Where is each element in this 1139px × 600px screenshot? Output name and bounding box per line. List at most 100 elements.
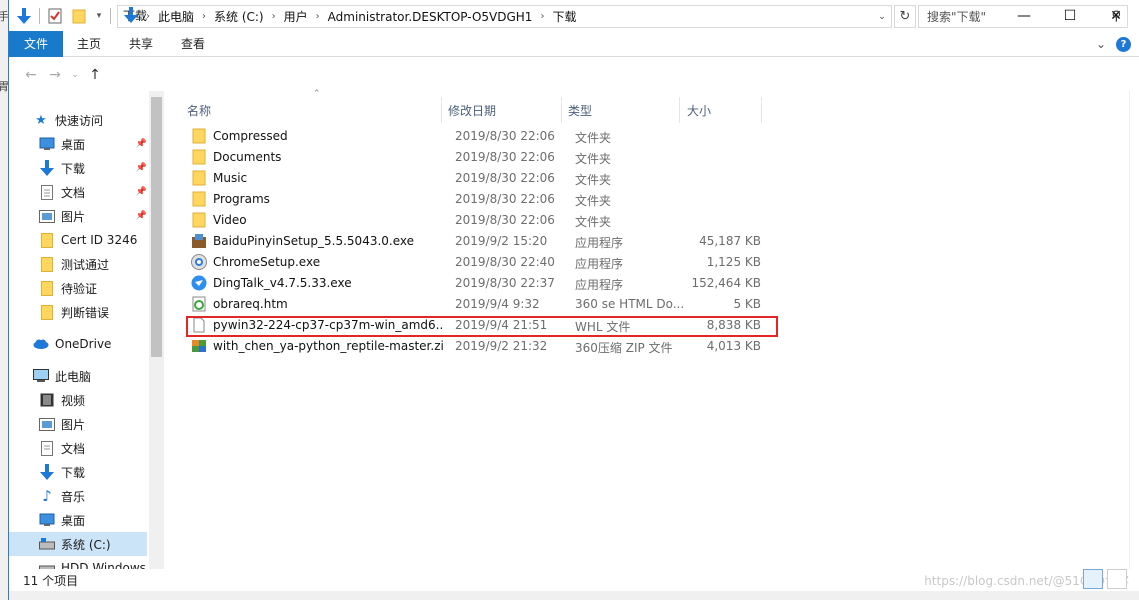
- column-header-date[interactable]: 修改日期: [448, 97, 496, 123]
- breadcrumb-separator[interactable]: ›: [268, 11, 280, 22]
- expand-ribbon-chevron-icon[interactable]: ⌄: [1096, 37, 1106, 51]
- tab-view[interactable]: 查看: [167, 31, 219, 57]
- nav-onedrive[interactable]: OneDrive: [33, 332, 149, 356]
- nav-item-documents[interactable]: 文档 📌: [39, 180, 149, 204]
- nav-item-label: 音乐: [61, 489, 86, 504]
- nav-quick-access-label: 快速访问: [55, 113, 104, 128]
- pin-icon[interactable]: 📌: [136, 211, 147, 221]
- nav-item-desktop[interactable]: 桌面 📌: [39, 132, 149, 156]
- tab-home[interactable]: 主页: [63, 31, 115, 57]
- breadcrumb-this-pc[interactable]: 此电脑: [154, 8, 198, 25]
- file-date: 2019/9/4 9:32: [455, 297, 540, 311]
- refresh-icon[interactable]: ↻: [894, 5, 916, 28]
- desktop-icon: [39, 136, 55, 152]
- help-icon[interactable]: ?: [1116, 36, 1131, 52]
- explorer-window: ▾ 下载 — ☐ ✕ 文件 主页 共享 查看 ⌄ ? ← → ⌄ ↑ › 此电脑…: [8, 0, 1139, 600]
- customize-toolbar-chevron-icon[interactable]: ▾: [94, 7, 104, 25]
- nav-item-pending[interactable]: 待验证: [39, 276, 149, 300]
- file-row[interactable]: BaiduPinyinSetup_5.5.5043.0.exe 2019/9/2…: [187, 231, 769, 252]
- breadcrumb-system-c[interactable]: 系统 (C:): [210, 8, 268, 25]
- background-window-edge: 手 胃: [0, 0, 9, 600]
- download-arrow-icon: [39, 160, 55, 176]
- column-header-type[interactable]: 类型: [568, 97, 592, 123]
- breadcrumb-separator[interactable]: ›: [142, 11, 154, 22]
- nav-item-label: 此电脑: [55, 369, 92, 384]
- breadcrumb-users[interactable]: 用户: [280, 8, 312, 25]
- nav-item-test-passed[interactable]: 测试通过: [39, 252, 149, 276]
- nav-item-hdd[interactable]: HDD Windows: [39, 556, 149, 569]
- file-row[interactable]: Video 2019/8/30 22:06 文件夹: [187, 210, 769, 231]
- music-note-icon: ♪: [42, 487, 52, 505]
- folder-icon: [191, 170, 207, 186]
- column-header-name[interactable]: 名称: [187, 97, 211, 123]
- file-row[interactable]: Programs 2019/8/30 22:06 文件夹: [187, 189, 769, 210]
- nav-item-pictures[interactable]: 图片 📌: [39, 204, 149, 228]
- navigation-pane: ★ 快速访问 桌面 📌 下载 📌 文档 📌 图片 📌 Cert ID 3246: [9, 91, 164, 569]
- recent-locations-chevron-icon[interactable]: ⌄: [67, 70, 83, 80]
- search-input[interactable]: 搜索"下载" ⚲: [918, 5, 1128, 28]
- nav-item-pc-downloads[interactable]: 下载: [39, 460, 149, 484]
- address-bar[interactable]: › 此电脑 › 系统 (C:) › 用户 › Administrator.DES…: [117, 5, 892, 28]
- file-type: 360压缩 ZIP 文件: [575, 341, 673, 355]
- file-row[interactable]: DingTalk_v4.7.5.33.exe 2019/8/30 22:37 应…: [187, 273, 769, 294]
- file-row[interactable]: with_chen_ya-python_reptile-master.zip 2…: [187, 336, 769, 357]
- nav-scrollbar-thumb[interactable]: [151, 97, 162, 357]
- column-divider[interactable]: [761, 97, 762, 123]
- column-divider[interactable]: [679, 97, 680, 123]
- file-row[interactable]: Music 2019/8/30 22:06 文件夹: [187, 168, 769, 189]
- file-date: 2019/8/30 22:06: [455, 192, 555, 206]
- nav-item-pc-desktop[interactable]: 桌面: [39, 508, 149, 532]
- nav-item-downloads[interactable]: 下载 📌: [39, 156, 149, 180]
- file-row[interactable]: ChromeSetup.exe 2019/8/30 22:40 应用程序 1,1…: [187, 252, 769, 273]
- nav-item-system-c[interactable]: 系统 (C:): [9, 532, 147, 556]
- breadcrumb-separator[interactable]: ›: [536, 11, 548, 22]
- new-folder-icon[interactable]: [70, 7, 88, 25]
- file-row[interactable]: Compressed 2019/8/30 22:06 文件夹: [187, 126, 769, 147]
- nav-item-cert-id[interactable]: Cert ID 3246: [39, 228, 149, 252]
- download-arrow-icon[interactable]: [15, 7, 33, 25]
- file-type: 应用程序: [575, 278, 624, 292]
- file-name: DingTalk_v4.7.5.33.exe: [213, 276, 352, 290]
- file-type: 文件夹: [575, 131, 612, 145]
- column-header-size[interactable]: 大小: [687, 97, 711, 123]
- forward-arrow-icon[interactable]: →: [43, 67, 67, 83]
- file-name: Compressed: [213, 129, 288, 143]
- nav-quick-access[interactable]: ★ 快速访问: [33, 108, 164, 132]
- pin-icon[interactable]: 📌: [136, 163, 147, 173]
- nav-this-pc[interactable]: 此电脑: [33, 364, 149, 388]
- toolbar-separator: [39, 7, 40, 24]
- nav-item-videos[interactable]: 视频: [39, 388, 149, 412]
- file-date: 2019/8/30 22:40: [455, 255, 555, 269]
- pin-icon[interactable]: 📌: [136, 139, 147, 149]
- breadcrumb-downloads[interactable]: 下载: [548, 8, 580, 25]
- file-name: with_chen_ya-python_reptile-master.zip: [213, 339, 443, 353]
- file-row[interactable]: obrareq.htm 2019/9/4 9:32 360 se HTML Do…: [187, 294, 769, 315]
- document-icon: [39, 184, 55, 200]
- nav-item-label: 下载: [61, 161, 86, 176]
- up-arrow-icon[interactable]: ↑: [83, 67, 107, 83]
- tab-share[interactable]: 共享: [115, 31, 167, 57]
- large-icons-view-button[interactable]: [1107, 569, 1127, 589]
- address-history-chevron-icon[interactable]: ⌄: [873, 6, 891, 27]
- nav-item-pc-pictures[interactable]: 图片: [39, 412, 149, 436]
- tab-file[interactable]: 文件: [9, 30, 64, 57]
- nav-item-pc-documents[interactable]: 文档: [39, 436, 149, 460]
- nav-item-judge-error[interactable]: 判断错误: [39, 300, 149, 324]
- column-divider[interactable]: [441, 97, 442, 123]
- nav-item-music[interactable]: ♪ 音乐: [39, 484, 149, 508]
- properties-icon[interactable]: [46, 7, 64, 25]
- highlight-box: [186, 316, 778, 337]
- column-divider[interactable]: [561, 97, 562, 123]
- file-row[interactable]: Documents 2019/8/30 22:06 文件夹: [187, 147, 769, 168]
- folder-icon: [191, 212, 207, 228]
- details-view-button[interactable]: [1083, 569, 1103, 589]
- back-arrow-icon[interactable]: ←: [19, 67, 43, 83]
- breadcrumb-separator[interactable]: ›: [198, 11, 210, 22]
- file-name: Video: [213, 213, 247, 227]
- breadcrumb-administrator[interactable]: Administrator.DESKTOP-O5VDGH1: [324, 10, 537, 24]
- breadcrumb-separator[interactable]: ›: [312, 11, 324, 22]
- nav-scrollbar[interactable]: [149, 91, 164, 569]
- pin-icon[interactable]: 📌: [136, 187, 147, 197]
- folder-icon: [191, 191, 207, 207]
- file-size: 45,187 KB: [699, 234, 761, 248]
